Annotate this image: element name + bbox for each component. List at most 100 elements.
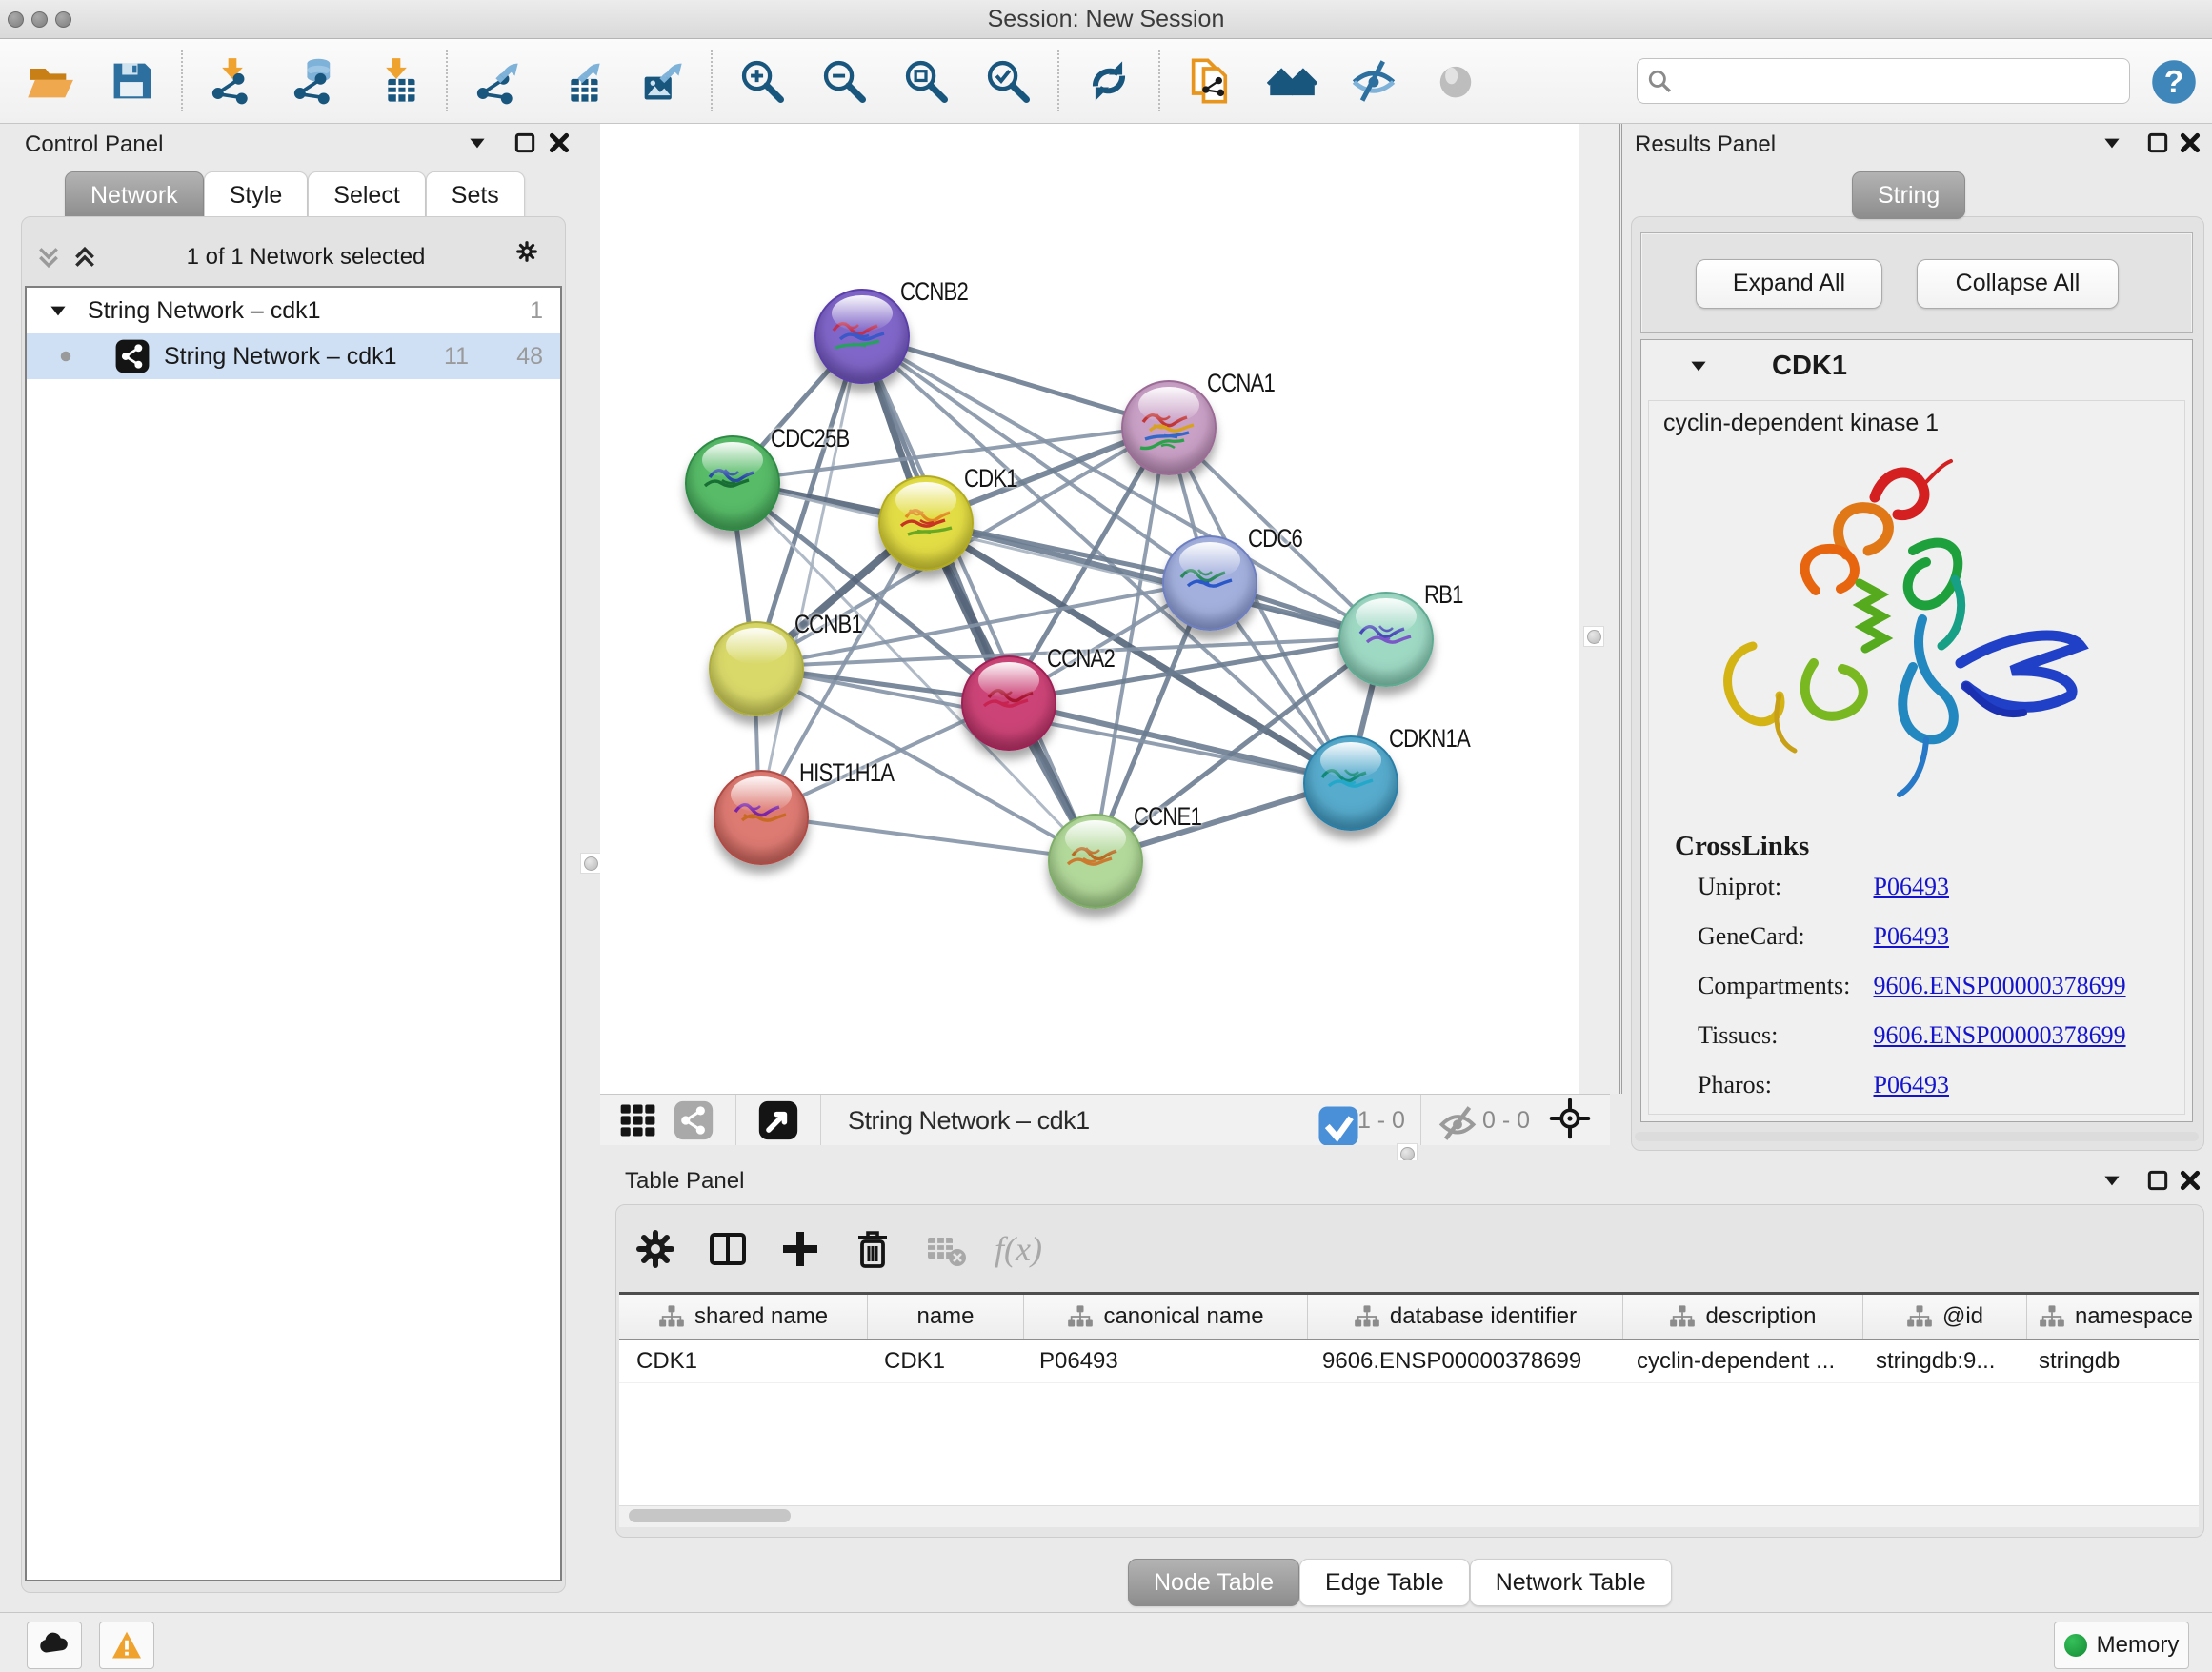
- table-hscrollbar-thumb[interactable]: [629, 1509, 791, 1522]
- table-panel-close-icon[interactable]: [2178, 1168, 2202, 1193]
- import-network-file-icon[interactable]: [208, 56, 257, 106]
- column-header-description[interactable]: description: [1623, 1295, 1863, 1339]
- tab-string[interactable]: String: [1852, 171, 1965, 219]
- protein-node-ccne1[interactable]: [1048, 814, 1143, 909]
- column-header-@id[interactable]: @id: [1863, 1295, 2027, 1339]
- protein-node-cdc25b[interactable]: [685, 435, 780, 531]
- result-group-header[interactable]: CDK1: [1640, 339, 2191, 393]
- import-network-database-icon[interactable]: [290, 56, 339, 106]
- export-table-icon[interactable]: [554, 56, 604, 106]
- table-hscrollbar[interactable]: [619, 1505, 2199, 1527]
- collapse-all-networks-icon[interactable]: [36, 245, 61, 270]
- protein-node-cdc6[interactable]: [1162, 535, 1257, 631]
- protein-node-ccnb2[interactable]: [814, 289, 910, 384]
- results-scrollbar[interactable]: [1635, 1132, 2199, 1141]
- column-type-network-icon: [1906, 1303, 1933, 1330]
- results-panel-float-icon[interactable]: [2145, 131, 2170, 155]
- column-header-name[interactable]: name: [868, 1295, 1024, 1339]
- grid-view-icon[interactable]: [617, 1099, 659, 1141]
- string-style-badge-icon[interactable]: [673, 1099, 714, 1141]
- cell: stringdb:9...: [1859, 1340, 2021, 1382]
- network-canvas[interactable]: CCNB2 CCNA1 CDC25B CDK1 CDC6 RB1CCNB1 CC…: [600, 124, 1579, 1094]
- search-input[interactable]: [1672, 61, 2120, 101]
- delete-column-trash-icon[interactable]: [850, 1226, 895, 1272]
- tab-network-table[interactable]: Network Table: [1470, 1559, 1672, 1606]
- protein-node-ccna1[interactable]: [1121, 380, 1217, 475]
- column-header-namespace[interactable]: namespace: [2027, 1295, 2199, 1339]
- collapse-all-button[interactable]: Collapse All: [1917, 259, 2119, 309]
- grab-mode-icon[interactable]: [1431, 56, 1480, 106]
- expand-all-button[interactable]: Expand All: [1696, 259, 1882, 309]
- table-panel-menu-caret-icon[interactable]: [2100, 1168, 2124, 1193]
- warnings-button[interactable]: [99, 1622, 154, 1669]
- protein-node-ccnb1[interactable]: [709, 621, 804, 716]
- zoom-fit-icon[interactable]: [901, 56, 951, 106]
- refresh-network-icon[interactable]: [1084, 56, 1134, 106]
- search-box[interactable]: [1637, 58, 2130, 104]
- crosslink-link[interactable]: P06493: [1874, 922, 1949, 950]
- control-panel-float-icon[interactable]: [513, 131, 537, 155]
- help-button[interactable]: ?: [2149, 57, 2197, 105]
- crosslinks-title: CrossLinks: [1675, 831, 1809, 862]
- results-panel-close-icon[interactable]: [2178, 131, 2202, 155]
- export-image-icon[interactable]: [636, 56, 686, 106]
- show-columns-icon[interactable]: [705, 1226, 751, 1272]
- home-icon[interactable]: [1267, 56, 1317, 106]
- open-in-new-window-icon[interactable]: [757, 1099, 799, 1141]
- column-header-canonical-name[interactable]: canonical name: [1024, 1295, 1308, 1339]
- control-panel-menu-caret-icon[interactable]: [465, 131, 490, 155]
- table-panel-float-icon[interactable]: [2145, 1168, 2170, 1193]
- save-session-icon[interactable]: [107, 56, 156, 106]
- network-tree-row[interactable]: String Network – cdk11: [27, 288, 560, 333]
- protein-node-rb1[interactable]: [1338, 592, 1434, 687]
- hidden-eye-icon[interactable]: [1437, 1102, 1473, 1138]
- protein-node-cdk1[interactable]: [878, 475, 974, 571]
- network-options-gear-icon[interactable]: [514, 239, 551, 275]
- string-import-icon[interactable]: [1185, 56, 1235, 106]
- node-label-cdc6: CDC6: [1248, 524, 1302, 554]
- import-table-file-icon[interactable]: [372, 56, 421, 106]
- group-collapse-caret-icon[interactable]: [1686, 353, 1711, 378]
- crosslink-link[interactable]: P06493: [1874, 1071, 1949, 1098]
- zoom-selected-icon[interactable]: [983, 56, 1033, 106]
- memory-button[interactable]: Memory: [2054, 1622, 2189, 1669]
- protein-node-ccna2[interactable]: [961, 655, 1056, 751]
- crosshair-target-icon[interactable]: [1549, 1098, 1595, 1143]
- right-splitter-handle[interactable]: [1583, 626, 1604, 647]
- table-toolbar: f(x): [633, 1218, 1042, 1280]
- cytoscape-window: { "window": {"title": "Session: New Sess…: [0, 0, 2212, 1671]
- tab-sets[interactable]: Sets: [426, 171, 525, 219]
- toggle-panels-icon[interactable]: [1349, 56, 1398, 106]
- crosslink-link[interactable]: 9606.ENSP00000378699: [1874, 972, 2126, 999]
- tab-network[interactable]: Network: [65, 171, 204, 219]
- tab-node-table[interactable]: Node Table: [1128, 1559, 1299, 1606]
- protein-node-hist1h1a[interactable]: [714, 770, 809, 865]
- results-panel-menu-caret-icon[interactable]: [2100, 131, 2124, 155]
- left-splitter-handle[interactable]: [580, 853, 601, 874]
- open-file-icon[interactable]: [25, 56, 74, 106]
- tab-edge-table[interactable]: Edge Table: [1299, 1559, 1470, 1606]
- string-network-badge-icon: [114, 338, 151, 374]
- control-panel-close-icon[interactable]: [547, 131, 572, 155]
- zoom-out-icon[interactable]: [819, 56, 869, 106]
- column-label: namespace: [2075, 1303, 2193, 1330]
- network-tree-row[interactable]: String Network – cdk11148: [27, 333, 560, 379]
- table-row[interactable]: CDK1CDK1P064939606.ENSP00000378699cyclin…: [619, 1340, 2199, 1383]
- export-network-icon[interactable]: [473, 56, 522, 106]
- crosslink-link[interactable]: P06493: [1874, 873, 1949, 900]
- nodes-selected-checkbox[interactable]: [1317, 1105, 1348, 1136]
- column-header-shared-name[interactable]: shared name: [619, 1295, 868, 1339]
- column-header-database-identifier[interactable]: database identifier: [1308, 1295, 1623, 1339]
- tab-style[interactable]: Style: [204, 171, 309, 219]
- crosslink-link[interactable]: 9606.ENSP00000378699: [1874, 1021, 2126, 1049]
- tree-expand-caret-icon[interactable]: [46, 298, 70, 323]
- table-settings-gear-icon[interactable]: [633, 1226, 678, 1272]
- add-column-icon[interactable]: [777, 1226, 823, 1272]
- zoom-in-icon[interactable]: [737, 56, 787, 106]
- tab-select[interactable]: Select: [308, 171, 425, 219]
- edges-hidden-count: 0 - 0: [1482, 1107, 1530, 1135]
- cloud-button[interactable]: [27, 1622, 82, 1669]
- protein-node-cdkn1a[interactable]: [1303, 735, 1398, 831]
- expand-all-networks-icon[interactable]: [72, 245, 97, 270]
- crosslink-row: Tissues: 9606.ENSP00000378699: [1698, 1021, 2174, 1059]
